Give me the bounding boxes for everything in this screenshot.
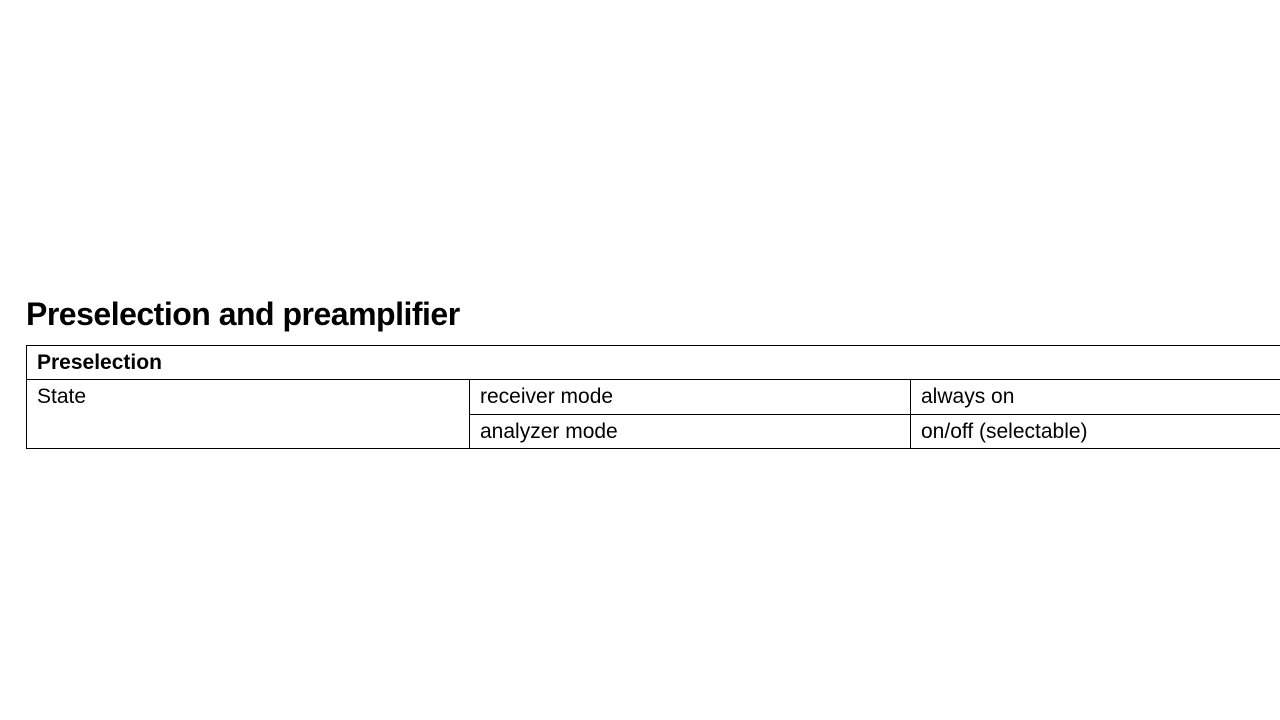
row-value: on/off (selectable) [911,414,1280,448]
content-area: Preselection and preamplifier Preselecti… [26,296,1280,449]
section-title: Preselection and preamplifier [26,296,1280,333]
table-row: State receiver mode always on [27,380,1280,414]
spec-table: Preselection State receiver mode always … [26,345,1280,449]
table-header-cell: Preselection [27,346,1280,380]
row-mode: receiver mode [470,380,911,414]
row-value: always on [911,380,1280,414]
row-mode: analyzer mode [470,414,911,448]
row-label: State [27,380,470,449]
table-header-row: Preselection [27,346,1280,380]
